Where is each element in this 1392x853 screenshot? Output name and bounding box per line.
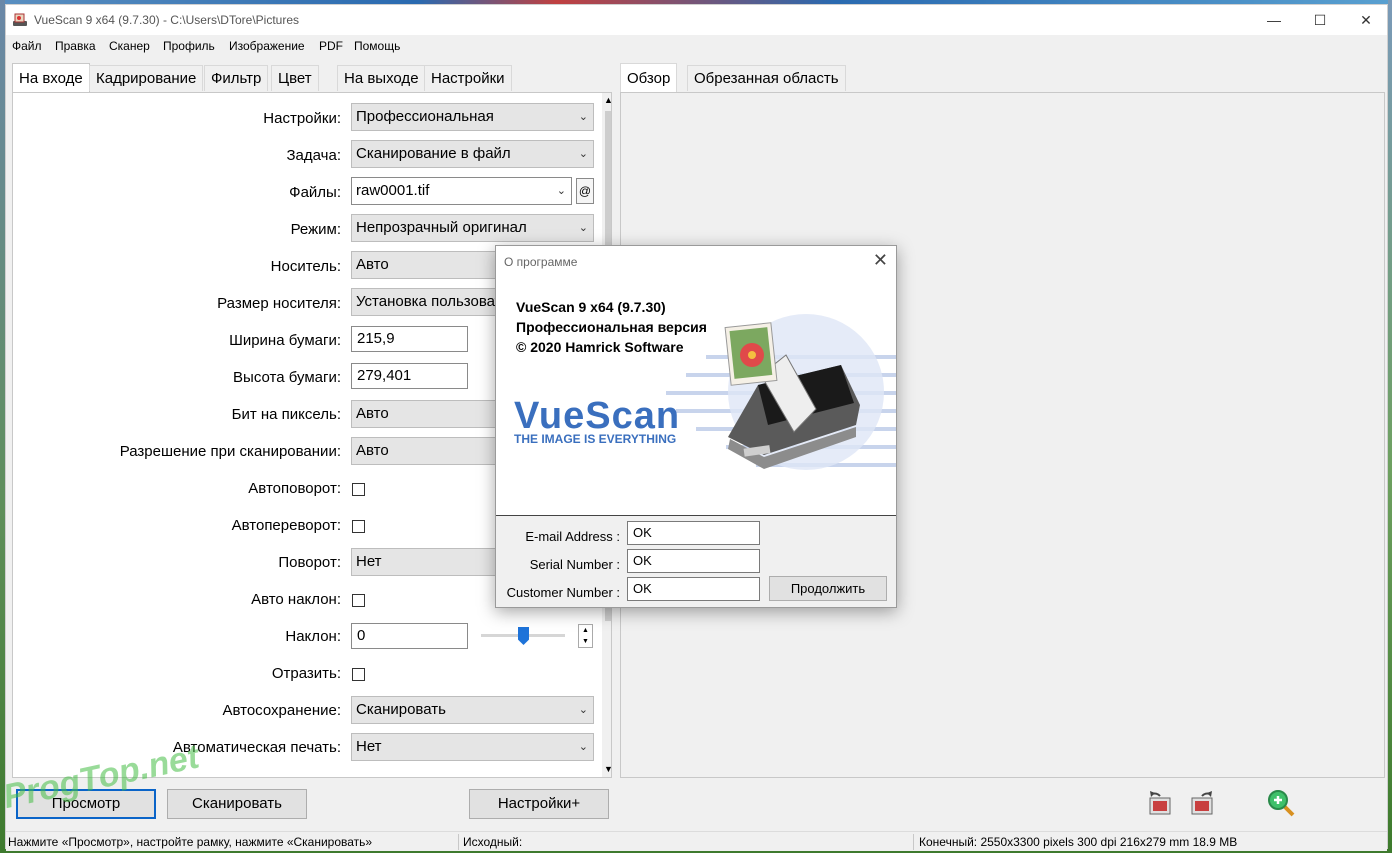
skew-input[interactable]: 0 — [351, 623, 468, 649]
menu-bar: Файл Правка Сканер Профиль Изображение P… — [6, 37, 1387, 57]
chevron-down-icon: ⌄ — [578, 704, 588, 716]
paper-height-input[interactable]: 279,401 — [351, 363, 468, 389]
more-settings-button[interactable]: Настройки+ — [469, 789, 609, 819]
media-size-label: Размер носителя: — [217, 295, 341, 312]
chevron-down-icon: ⌄ — [578, 741, 588, 753]
paper-height-label: Высота бумаги: — [233, 369, 341, 386]
dialog-title: О программе — [504, 255, 578, 269]
chevron-down-icon: ⌄ — [578, 148, 588, 160]
chevron-down-icon: ⌄ — [556, 185, 566, 197]
menu-profile[interactable]: Профиль — [163, 39, 215, 53]
dialog-title-bar: О программе ✕ — [496, 246, 896, 277]
about-dialog: О программе ✕ VueScan 9 x64 (9.7.30) Про… — [495, 245, 897, 608]
mode-select[interactable]: Непрозрачный оригинал ⌄ — [351, 214, 594, 242]
menu-file[interactable]: Файл — [12, 39, 42, 53]
scan-resolution-label: Разрешение при сканировании: — [119, 443, 341, 460]
menu-image[interactable]: Изображение — [229, 39, 305, 53]
version-text: VueScan 9 x64 (9.7.30) — [516, 299, 666, 315]
menu-pdf[interactable]: PDF — [319, 39, 343, 53]
close-button[interactable]: ✕ — [1343, 5, 1389, 35]
tab-filter[interactable]: Фильтр — [204, 65, 269, 91]
auto-skew-checkbox[interactable] — [352, 594, 365, 607]
scroll-down-icon[interactable]: ▼ — [604, 764, 611, 774]
continue-button[interactable]: Продолжить — [769, 576, 887, 601]
auto-flip-label: Автопереворот: — [231, 517, 341, 534]
zoom-in-icon[interactable] — [1266, 788, 1296, 818]
email-label: E-mail Address : — [525, 529, 620, 544]
status-divider — [913, 834, 914, 850]
menu-help[interactable]: Помощь — [354, 39, 400, 53]
tab-input[interactable]: На входе — [12, 63, 90, 93]
scroll-up-icon[interactable]: ▲ — [604, 95, 611, 105]
title-bar: VueScan 9 x64 (9.7.30) - C:\Users\DTore\… — [6, 5, 1387, 35]
tab-preview[interactable]: Обзор — [620, 63, 678, 93]
media-label: Носитель: — [270, 258, 341, 275]
paper-width-input[interactable]: 215,9 — [351, 326, 468, 352]
email-field[interactable]: OK — [627, 521, 760, 545]
bits-per-pixel-label: Бит на пиксель: — [231, 406, 341, 423]
settings-label: Настройки: — [263, 110, 341, 127]
scan-button[interactable]: Сканировать — [167, 789, 307, 819]
vuescan-tagline: THE IMAGE IS EVERYTHING — [514, 432, 677, 446]
status-hint: Нажмите «Просмотр», настройте рамку, наж… — [8, 835, 373, 849]
rotate-right-icon[interactable] — [1186, 788, 1216, 818]
mirror-label: Отразить: — [271, 665, 341, 682]
skew-slider-thumb[interactable] — [518, 627, 529, 645]
customer-field[interactable]: OK — [627, 577, 760, 601]
files-combobox[interactable]: raw0001.tif ⌄ — [351, 177, 572, 205]
status-divider — [458, 834, 459, 850]
menu-edit[interactable]: Правка — [55, 39, 96, 53]
serial-field[interactable]: OK — [627, 549, 760, 573]
status-bar: Нажмите «Просмотр», настройте рамку, наж… — [6, 831, 1387, 851]
tab-settings[interactable]: Настройки — [424, 65, 512, 91]
tab-output[interactable]: На выходе — [337, 65, 426, 91]
status-output: Конечный: 2550x3300 pixels 300 dpi 216x2… — [919, 835, 1238, 849]
scanner-illustration — [666, 314, 896, 470]
status-source: Исходный: — [463, 835, 523, 849]
skew-spinner[interactable]: ▲ ▼ — [578, 624, 593, 648]
customer-label: Customer Number : — [506, 585, 620, 600]
task-label: Задача: — [286, 147, 342, 164]
menu-scanner[interactable]: Сканер — [109, 39, 150, 53]
paper-width-label: Ширина бумаги: — [229, 332, 341, 349]
chevron-down-icon: ⌄ — [578, 222, 588, 234]
about-banner: VueScan 9 x64 (9.7.30) Профессиональная … — [496, 277, 896, 516]
settings-select[interactable]: Профессиональная ⌄ — [351, 103, 594, 131]
minimize-button[interactable]: — — [1251, 5, 1297, 35]
chevron-down-icon: ⌄ — [578, 111, 588, 123]
mode-label: Режим: — [290, 221, 341, 238]
autosave-select[interactable]: Сканировать ⌄ — [351, 696, 594, 724]
mirror-checkbox[interactable] — [352, 668, 365, 681]
tab-cropped-area[interactable]: Обрезанная область — [687, 65, 846, 91]
tab-crop[interactable]: Кадрирование — [89, 65, 204, 91]
autoprint-select[interactable]: Нет ⌄ — [351, 733, 594, 761]
auto-flip-checkbox[interactable] — [352, 520, 365, 533]
autosave-label: Автосохранение: — [222, 702, 341, 719]
file-options-button[interactable]: @ — [576, 178, 594, 204]
window-title: VueScan 9 x64 (9.7.30) - C:\Users\DTore\… — [34, 13, 299, 27]
auto-skew-label: Авто наклон: — [251, 591, 341, 608]
auto-rotate-checkbox[interactable] — [352, 483, 365, 496]
task-select[interactable]: Сканирование в файл ⌄ — [351, 140, 594, 168]
vuescan-app-icon — [13, 13, 27, 26]
files-label: Файлы: — [289, 184, 341, 201]
copyright-text: © 2020 Hamrick Software — [516, 339, 684, 355]
maximize-button[interactable]: ☐ — [1297, 5, 1343, 35]
rotate-left-icon[interactable] — [1146, 788, 1176, 818]
desktop-background-right — [1388, 0, 1392, 853]
skew-label: Наклон: — [285, 628, 341, 645]
tab-color[interactable]: Цвет — [271, 65, 319, 91]
auto-rotate-label: Автоповорот: — [248, 480, 341, 497]
dialog-close-icon[interactable]: ✕ — [873, 250, 888, 271]
rotation-label: Поворот: — [278, 554, 341, 571]
serial-label: Serial Number : — [529, 557, 620, 572]
